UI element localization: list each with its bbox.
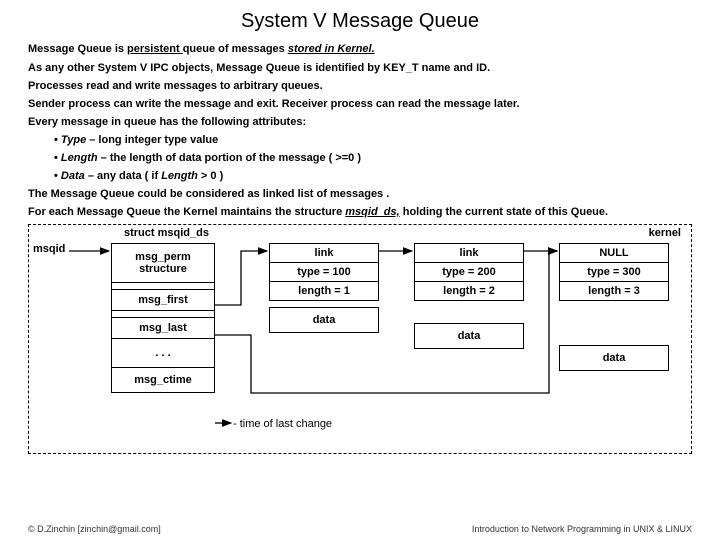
t: msqid_ds, bbox=[345, 206, 399, 218]
node-type: type = 300 bbox=[559, 263, 669, 282]
footer-right: Introduction to Network Programming in U… bbox=[472, 524, 692, 534]
msg-node: NULL type = 300 length = 3 data bbox=[559, 243, 669, 371]
node-type: type = 200 bbox=[414, 263, 524, 282]
struct-fields: msg_perm structure msg_first msg_last . … bbox=[111, 243, 215, 393]
node-length: length = 1 bbox=[269, 282, 379, 301]
msqid-label: msqid bbox=[33, 243, 65, 255]
intro-line: Message Queue is persistent queue of mes… bbox=[28, 43, 692, 55]
msg-node: link type = 100 length = 1 data bbox=[269, 243, 379, 333]
node-link: NULL bbox=[559, 243, 669, 263]
field-ellipsis: . . . bbox=[111, 339, 215, 368]
body-line: For each Message Queue the Kernel mainta… bbox=[28, 206, 692, 218]
kernel-label: kernel bbox=[649, 227, 681, 239]
field-msg-perm: msg_perm structure bbox=[111, 243, 215, 283]
struct-title: struct msqid_ds bbox=[124, 227, 209, 239]
t: > 0 ) bbox=[198, 170, 223, 182]
t: – long integer type value bbox=[86, 134, 218, 146]
node-data: data bbox=[269, 307, 379, 333]
node-length: length = 3 bbox=[559, 282, 669, 301]
bullet-list: • Type – long integer type value • Lengt… bbox=[54, 134, 692, 182]
t: holding the current state of this Queue. bbox=[400, 206, 608, 218]
node-link: link bbox=[269, 243, 379, 263]
t: Data bbox=[61, 170, 85, 182]
field-msg-last: msg_last bbox=[111, 317, 215, 339]
node-data: data bbox=[559, 345, 669, 371]
t: Length bbox=[161, 170, 198, 182]
body-line: Sender process can write the message and… bbox=[28, 98, 692, 110]
t: For each Message Queue the Kernel mainta… bbox=[28, 206, 345, 218]
body-line: As any other System V IPC objects, Messa… bbox=[28, 62, 692, 74]
t: – the length of data portion of the mess… bbox=[98, 152, 361, 164]
footer: © D.Zinchin [zinchin@gmail.com] Introduc… bbox=[28, 524, 692, 534]
node-link: link bbox=[414, 243, 524, 263]
t: stored in Kernel. bbox=[288, 43, 375, 55]
field-msg-ctime: msg_ctime bbox=[111, 368, 215, 393]
t: Message Queue is bbox=[28, 43, 127, 55]
footer-left: © D.Zinchin [zinchin@gmail.com] bbox=[28, 524, 161, 534]
t: queue of messages bbox=[183, 43, 288, 55]
node-type: type = 100 bbox=[269, 263, 379, 282]
t: Type bbox=[61, 134, 86, 146]
node-length: length = 2 bbox=[414, 282, 524, 301]
time-change-note: - time of last change bbox=[233, 418, 332, 430]
node-data: data bbox=[414, 323, 524, 349]
body-line: The Message Queue could be considered as… bbox=[28, 188, 692, 200]
t: Length bbox=[61, 152, 98, 164]
field-msg-first: msg_first bbox=[111, 289, 215, 311]
body-line: Every message in queue has the following… bbox=[28, 116, 692, 128]
t: – any data ( if bbox=[85, 170, 161, 182]
body-line: Processes read and write messages to arb… bbox=[28, 80, 692, 92]
page-title: System V Message Queue bbox=[28, 10, 692, 33]
kernel-diagram: kernel struct msqid_ds msqid msg_perm st… bbox=[28, 224, 692, 454]
t: persistent bbox=[127, 43, 183, 55]
msg-node: link type = 200 length = 2 data bbox=[414, 243, 524, 349]
